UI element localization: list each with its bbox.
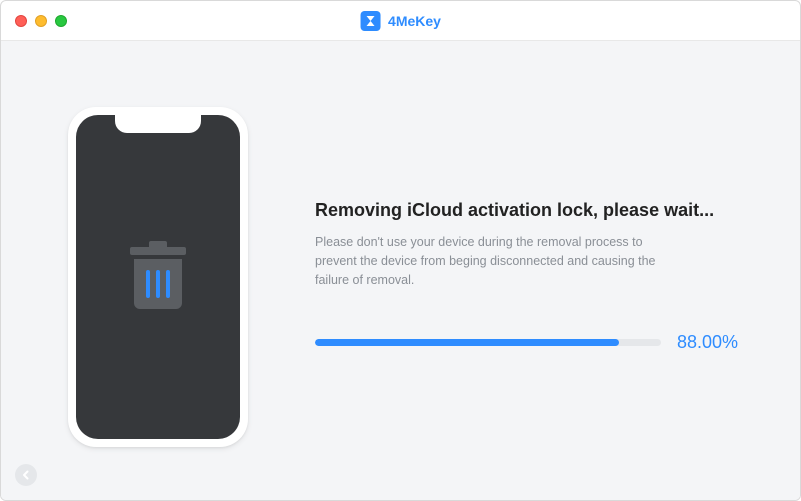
status-subtext: Please don't use your device during the … [315,233,675,289]
phone-screen [76,115,240,439]
chevron-left-icon [21,470,31,480]
device-illustration [53,107,263,447]
content-area: Removing iCloud activation lock, please … [1,41,800,500]
progress-row: 88.00% [315,332,738,353]
progress-fill [315,339,619,346]
phone-notch [115,115,201,133]
app-logo-icon [360,11,380,31]
app-brand: 4MeKey [360,11,441,31]
minimize-window-button[interactable] [35,15,47,27]
titlebar: 4MeKey [1,1,800,41]
progress-bar [315,339,661,346]
phone-frame [68,107,248,447]
app-window: 4MeKey [0,0,801,501]
close-window-button[interactable] [15,15,27,27]
window-controls [15,15,67,27]
app-name: 4MeKey [388,13,441,29]
maximize-window-button[interactable] [55,15,67,27]
status-headline: Removing iCloud activation lock, please … [315,200,738,221]
progress-percent-label: 88.00% [677,332,738,353]
back-button[interactable] [15,464,37,486]
status-panel: Removing iCloud activation lock, please … [263,200,748,352]
trash-icon [128,241,188,313]
